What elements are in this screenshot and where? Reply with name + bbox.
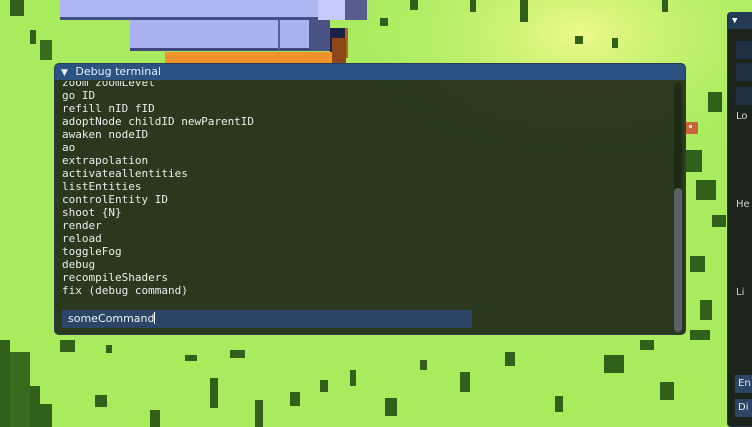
side-button-di[interactable]: Di bbox=[735, 399, 752, 417]
command-input[interactable]: someCommand bbox=[62, 310, 472, 328]
command-line: fix (debug command) bbox=[62, 284, 188, 297]
command-line: controlEntity ID bbox=[62, 193, 168, 206]
command-line: refill nID fID bbox=[62, 102, 155, 115]
command-line: recompileShaders bbox=[62, 271, 168, 284]
collapse-arrow-icon[interactable]: ▼ bbox=[61, 68, 68, 78]
command-line: extrapolation bbox=[62, 154, 149, 167]
side-panel-title-bar[interactable]: ▼ bbox=[728, 13, 752, 29]
side-label-lo: Lo bbox=[736, 111, 748, 122]
side-field-1[interactable] bbox=[736, 41, 752, 59]
side-label-he: He bbox=[736, 199, 750, 210]
terminal-output[interactable]: zoom zoomLevel go ID refill nID fID adop… bbox=[55, 81, 685, 309]
command-line: zoom zoomLevel bbox=[62, 81, 155, 89]
command-line: shoot {N} bbox=[62, 206, 122, 219]
command-line: awaken nodeID bbox=[62, 128, 149, 141]
command-line: ao bbox=[62, 141, 76, 154]
command-line: render bbox=[62, 219, 102, 232]
debug-terminal-window: ▼ Debug terminal zoom zoomLevel go ID re… bbox=[54, 63, 686, 335]
command-line: listEntities bbox=[62, 180, 142, 193]
side-field-2[interactable] bbox=[736, 63, 752, 81]
command-list: zoom zoomLevel go ID refill nID fID adop… bbox=[62, 81, 254, 297]
scrollbar-thumb[interactable] bbox=[674, 188, 682, 332]
command-line: go ID bbox=[62, 89, 96, 102]
command-line: toggleFog bbox=[62, 245, 122, 258]
terminal-title: Debug terminal bbox=[75, 65, 162, 78]
command-line: adoptNode childID newParentID bbox=[62, 115, 255, 128]
collapse-arrow-icon[interactable]: ▼ bbox=[732, 16, 737, 26]
command-input-value: someCommand bbox=[68, 312, 155, 325]
side-button-en[interactable]: En bbox=[735, 375, 752, 393]
side-field-3[interactable] bbox=[736, 87, 752, 105]
command-line: debug bbox=[62, 258, 96, 271]
terminal-scrollbar[interactable] bbox=[674, 82, 682, 332]
command-line: reload bbox=[62, 232, 102, 245]
side-label-li: Li bbox=[736, 287, 745, 298]
terminal-title-bar[interactable]: ▼ Debug terminal bbox=[55, 64, 685, 80]
command-line: activateallentities bbox=[62, 167, 188, 180]
side-panel-window: ▼ Lo He Li En Di bbox=[727, 12, 752, 427]
text-caret bbox=[154, 312, 156, 324]
